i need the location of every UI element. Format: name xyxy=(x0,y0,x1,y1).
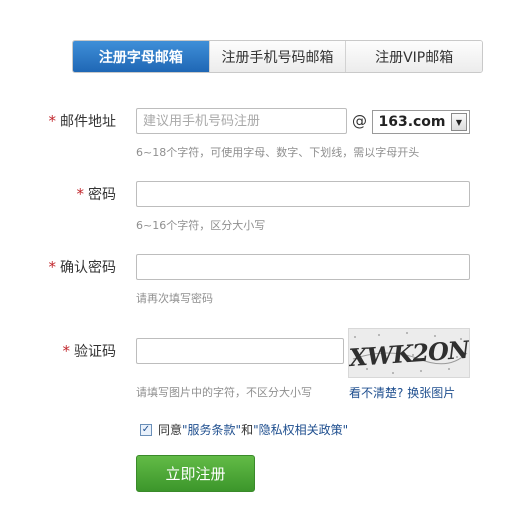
captcha-image[interactable]: XWK2ON xyxy=(346,328,472,378)
tab-vip-email[interactable]: 注册VIP邮箱 xyxy=(345,41,482,72)
captcha-unclear-link[interactable]: 看不清楚? xyxy=(349,386,403,400)
captcha-label: * 验证码 xyxy=(63,338,117,364)
required-mark: * xyxy=(62,342,71,360)
email-label: * 邮件地址 xyxy=(49,108,117,134)
email-hint: 6~18个字符，可使用字母、数字、下划线，需以字母开头 xyxy=(136,146,420,159)
agree-checkbox[interactable]: ✓ xyxy=(140,423,152,436)
captcha-noise-graphic: XWK2ON xyxy=(346,332,472,374)
at-sign: @ xyxy=(352,112,367,130)
password-label-text: 密码 xyxy=(88,187,116,203)
captcha-hint: 请填写图片中的字符，不区分大小写 xyxy=(136,386,312,399)
agree-and: 和 xyxy=(241,423,254,437)
registration-type-tabs: 注册字母邮箱 注册手机号码邮箱 注册VIP邮箱 xyxy=(72,40,483,73)
captcha-refresh-links: 看不清楚? 换张图片 xyxy=(349,384,455,401)
agreement: ✓ 同意 "服务条款" 和 "隐私权相关政策" xyxy=(140,421,348,438)
captcha-input[interactable] xyxy=(136,338,344,364)
tab-letter-email[interactable]: 注册字母邮箱 xyxy=(73,41,209,72)
agree-prefix: 同意 xyxy=(158,423,183,437)
register-button[interactable]: 立即注册 xyxy=(136,455,255,492)
required-mark: * xyxy=(48,258,57,276)
captcha-text: XWK2ON xyxy=(349,335,469,373)
captcha-change-link[interactable]: 换张图片 xyxy=(407,386,455,400)
email-label-text: 邮件地址 xyxy=(60,114,116,130)
confirm-password-input[interactable] xyxy=(136,254,470,280)
captcha-label-text: 验证码 xyxy=(74,344,116,360)
password-label: * 密码 xyxy=(77,181,117,207)
required-mark: * xyxy=(76,185,85,203)
confirm-password-label: * 确认密码 xyxy=(49,254,117,280)
password-input[interactable] xyxy=(136,181,470,207)
password-hint: 6~16个字符，区分大小写 xyxy=(136,219,266,232)
email-domain-value: 163.com xyxy=(378,114,446,130)
email-domain-select[interactable]: 163.com ▼ xyxy=(372,110,470,134)
chevron-down-icon: ▼ xyxy=(451,113,467,131)
privacy-policy-link[interactable]: "隐私权相关政策" xyxy=(253,421,348,438)
confirm-password-label-text: 确认密码 xyxy=(60,260,116,276)
terms-link[interactable]: "服务条款" xyxy=(182,421,241,438)
email-input[interactable] xyxy=(136,108,347,134)
required-mark: * xyxy=(48,112,57,130)
confirm-password-hint: 请再次填写密码 xyxy=(136,292,213,305)
tab-mobile-email[interactable]: 注册手机号码邮箱 xyxy=(208,41,346,72)
